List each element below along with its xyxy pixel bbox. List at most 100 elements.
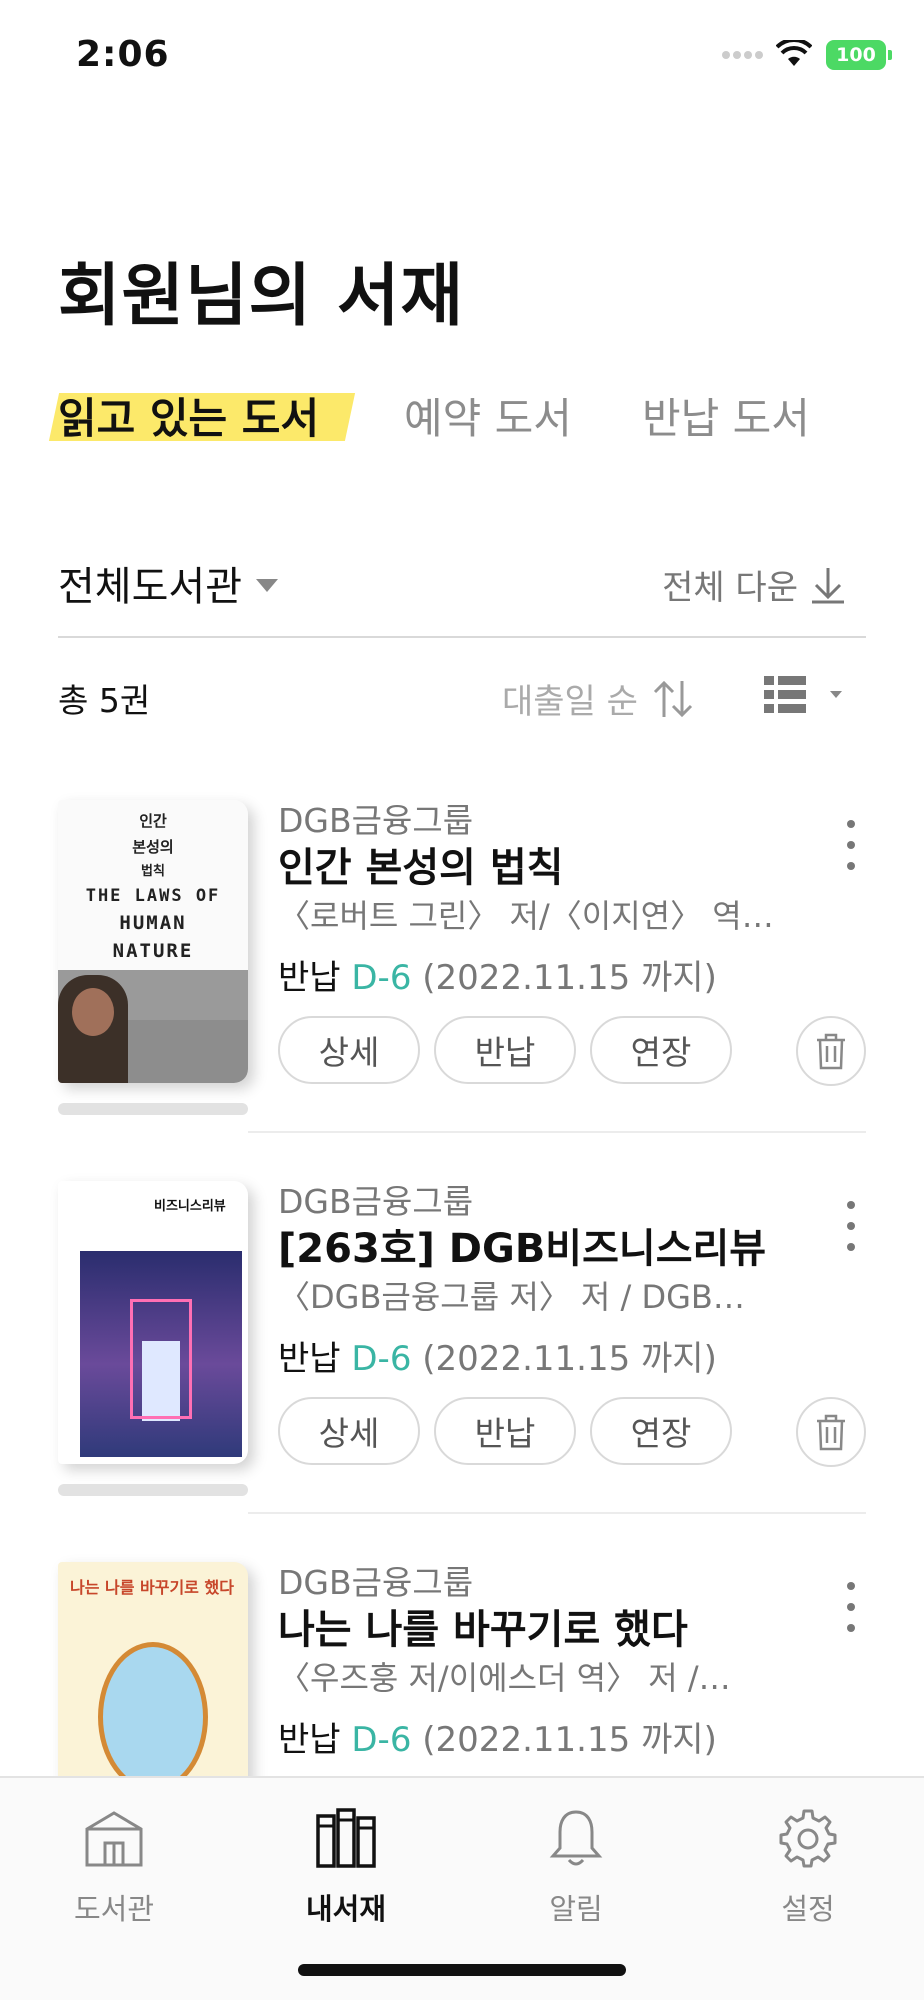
d-day-badge: D-6: [351, 1720, 412, 1760]
tab-label: 읽고 있는 도서: [58, 394, 320, 443]
cover-text: 인간: [139, 812, 167, 830]
list-header: 총 5권 대출일 순: [58, 670, 866, 730]
cover-shelf: [58, 1484, 248, 1496]
due-date: (2022.11.15 까지): [422, 958, 717, 998]
bookshelf-icon: [316, 1808, 376, 1868]
view-mode-dropdown[interactable]: [764, 674, 842, 714]
cover-text: 법칙: [141, 864, 165, 879]
battery-icon: 100: [826, 40, 892, 70]
nav-label: 내서재: [305, 1892, 387, 1926]
book-actions: 상세 반납 연장: [278, 1016, 732, 1084]
trash-icon: [817, 1033, 845, 1070]
return-button[interactable]: 반납: [434, 1016, 576, 1084]
trash-icon: [817, 1414, 845, 1451]
extend-button[interactable]: 연장: [590, 1397, 732, 1465]
status-bar: 2:06 100: [0, 0, 924, 110]
cover-text: THE LAWS OF: [85, 886, 221, 906]
book-cover[interactable]: 비즈니스리뷰: [58, 1181, 248, 1496]
library-label: 전체도서관: [58, 564, 242, 610]
book-count: 총 5권: [58, 681, 151, 720]
more-options-button[interactable]: [836, 1582, 866, 1632]
due-info: 반납 D-6 (2022.11.15 까지): [278, 950, 798, 1006]
row-divider: [248, 1131, 866, 1133]
download-icon: [812, 567, 844, 603]
due-info: 반납 D-6 (2022.11.15 까지): [278, 1712, 798, 1768]
download-all-button[interactable]: 전체 다운: [662, 560, 846, 609]
chevron-down-icon: [830, 690, 842, 698]
delete-button[interactable]: [796, 1016, 866, 1086]
cover-art: [98, 1642, 208, 1792]
book-title: 나는 나를 바꾸기로 했다: [278, 1607, 688, 1653]
book-item[interactable]: 인간 본성의 법칙 THE LAWS OF HUMAN NATURE DGB금융…: [58, 800, 866, 1180]
tab-reserved[interactable]: 예약 도서: [404, 385, 572, 446]
book-author: 〈로버트 그린〉 저/〈이지연〉 역…: [278, 897, 774, 935]
gear-icon: [779, 1809, 837, 1868]
due-status: 반납: [278, 1339, 341, 1379]
book-publisher: DGB금융그룹: [278, 1563, 474, 1602]
tab-returned[interactable]: 반납 도서: [642, 385, 810, 446]
book-cover-image: 인간 본성의 법칙 THE LAWS OF HUMAN NATURE: [58, 800, 248, 1083]
bell-icon: [549, 1810, 603, 1866]
due-info: 반납 D-6 (2022.11.15 까지): [278, 1331, 798, 1387]
book-author: 〈우즈훙 저/이에스더 역〉 저 /…: [278, 1659, 731, 1697]
due-status: 반납: [278, 958, 341, 998]
chevron-down-icon: [256, 578, 278, 592]
due-date: (2022.11.15 까지): [422, 1720, 717, 1760]
nav-library[interactable]: 도서관: [24, 1802, 204, 1928]
book-item[interactable]: 비즈니스리뷰 DGB금융그룹 [263호] DGB비즈니스리뷰 〈DGB금융그룹…: [58, 1181, 866, 1561]
book-actions: 상세 반납 연장: [278, 1397, 732, 1465]
tab-label: 예약 도서: [404, 394, 572, 443]
book-info: DGB금융그룹 [263호] DGB비즈니스리뷰 〈DGB금융그룹 저〉 저 /…: [278, 1181, 798, 1387]
detail-button[interactable]: 상세: [278, 1016, 420, 1084]
nav-settings[interactable]: 설정: [718, 1802, 898, 1928]
due-status: 반납: [278, 1720, 341, 1760]
book-author: 〈DGB금융그룹 저〉 저 / DGB…: [278, 1278, 745, 1316]
book-title: 인간 본성의 법칙: [278, 845, 564, 891]
cover-text: 본성의: [132, 838, 174, 856]
library-dropdown[interactable]: 전체도서관: [58, 554, 278, 612]
detail-button[interactable]: 상세: [278, 1397, 420, 1465]
cover-text: NATURE: [112, 940, 194, 962]
book-publisher: DGB금융그룹: [278, 1182, 474, 1221]
library-icon: [85, 1811, 143, 1867]
nav-notifications[interactable]: 알림: [486, 1802, 666, 1928]
nav-label: 도서관: [73, 1892, 155, 1926]
home-indicator[interactable]: [298, 1964, 626, 1976]
due-date: (2022.11.15 까지): [422, 1339, 717, 1379]
sort-label: 대출일 순: [502, 682, 638, 722]
tab-reading[interactable]: 읽고 있는 도서: [48, 385, 356, 446]
delete-button[interactable]: [796, 1397, 866, 1467]
sort-arrows-icon: [653, 680, 692, 717]
book-publisher: DGB금융그룹: [278, 801, 474, 840]
cover-portrait-face: [72, 988, 114, 1036]
book-title: [263호] DGB비즈니스리뷰: [278, 1226, 767, 1272]
nav-label: 설정: [781, 1892, 835, 1926]
return-button[interactable]: 반납: [434, 1397, 576, 1465]
cover-text: 나는 나를 바꾸기로 했다: [70, 1578, 234, 1597]
cover-text: 비즈니스리뷰: [154, 1199, 226, 1214]
nav-label: 알림: [549, 1892, 603, 1926]
d-day-badge: D-6: [351, 958, 412, 998]
list-view-icon: [764, 676, 806, 713]
more-options-button[interactable]: [836, 1201, 866, 1251]
book-cover[interactable]: 인간 본성의 법칙 THE LAWS OF HUMAN NATURE: [58, 800, 248, 1115]
page-title: 회원님의 서재: [58, 257, 465, 336]
filter-row: 전체도서관 전체 다운: [58, 548, 866, 638]
extend-button[interactable]: 연장: [590, 1016, 732, 1084]
cover-text: HUMAN: [119, 912, 187, 934]
download-all-label: 전체 다운: [662, 568, 798, 608]
row-divider: [248, 1512, 866, 1514]
more-options-button[interactable]: [836, 820, 866, 870]
cover-shelf: [58, 1103, 248, 1115]
tab-label: 반납 도서: [642, 394, 810, 443]
cover-art: [130, 1299, 192, 1419]
book-info: DGB금융그룹 인간 본성의 법칙 〈로버트 그린〉 저/〈이지연〉 역… 반납…: [278, 800, 798, 1006]
book-cover-image: 비즈니스리뷰: [58, 1181, 248, 1464]
cover-lower: [128, 1020, 248, 1083]
wifi-icon: [776, 40, 812, 66]
status-time: 2:06: [76, 34, 170, 75]
sort-button[interactable]: 대출일 순: [502, 674, 694, 723]
signal-icon: [722, 51, 763, 59]
book-info: DGB금융그룹 나는 나를 바꾸기로 했다 〈우즈훙 저/이에스더 역〉 저 /…: [278, 1562, 798, 1768]
nav-my-library[interactable]: 내서재: [256, 1802, 436, 1928]
